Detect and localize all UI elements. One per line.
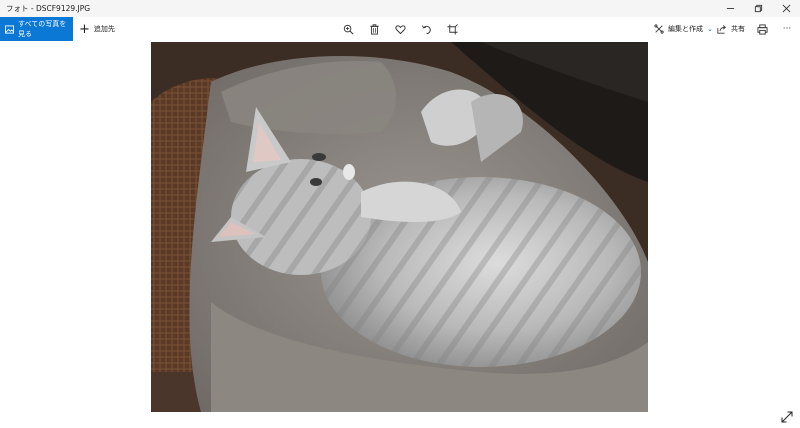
- fullscreen-button[interactable]: [780, 409, 794, 423]
- crop-icon: [446, 23, 458, 35]
- chevron-down-icon: ⌄: [707, 25, 713, 33]
- share-icon: [717, 25, 726, 34]
- restore-icon: [754, 4, 762, 13]
- edit-create-label: 編集と作成: [668, 25, 703, 33]
- window-title: フォト - DSCF9129.JPG: [6, 4, 91, 13]
- zoom-in-icon: [343, 24, 353, 34]
- edit-create-button[interactable]: 編集と作成 ⌄: [654, 17, 713, 41]
- favorite-button[interactable]: [393, 22, 407, 36]
- print-button[interactable]: [755, 22, 769, 36]
- more-button[interactable]: ···: [780, 22, 794, 36]
- all-photos-button[interactable]: すべての写真を見る: [0, 17, 73, 41]
- all-photos-label: すべての写真を見る: [18, 20, 67, 38]
- cat-photo: [151, 42, 648, 412]
- close-button[interactable]: [772, 0, 800, 17]
- photo-icon: [5, 24, 14, 34]
- add-to-button[interactable]: + 追加先: [79, 17, 115, 41]
- rotate-button[interactable]: [419, 22, 433, 36]
- delete-button[interactable]: [367, 22, 381, 36]
- rotate-icon: [421, 24, 431, 34]
- title-bar: フォト - DSCF9129.JPG: [0, 0, 800, 17]
- add-to-label: 追加先: [93, 25, 115, 33]
- minimize-icon: [726, 8, 734, 9]
- trash-icon: [369, 23, 379, 35]
- heart-icon: [394, 24, 406, 34]
- edit-create-icon: [654, 24, 664, 34]
- share-label: 共有: [731, 25, 745, 33]
- share-button[interactable]: 共有: [717, 17, 745, 41]
- minimize-button[interactable]: [716, 0, 744, 17]
- close-icon: [782, 4, 790, 13]
- toolbar: すべての写真を見る + 追加先 編集と作成 ⌄ 共有 ···: [0, 17, 800, 41]
- zoom-button[interactable]: [341, 22, 355, 36]
- plus-icon: +: [79, 21, 90, 37]
- photo-image: [151, 42, 648, 412]
- crop-button[interactable]: [445, 22, 459, 36]
- expand-icon: [781, 411, 793, 423]
- restore-button[interactable]: [744, 0, 772, 17]
- printer-icon: [756, 23, 768, 35]
